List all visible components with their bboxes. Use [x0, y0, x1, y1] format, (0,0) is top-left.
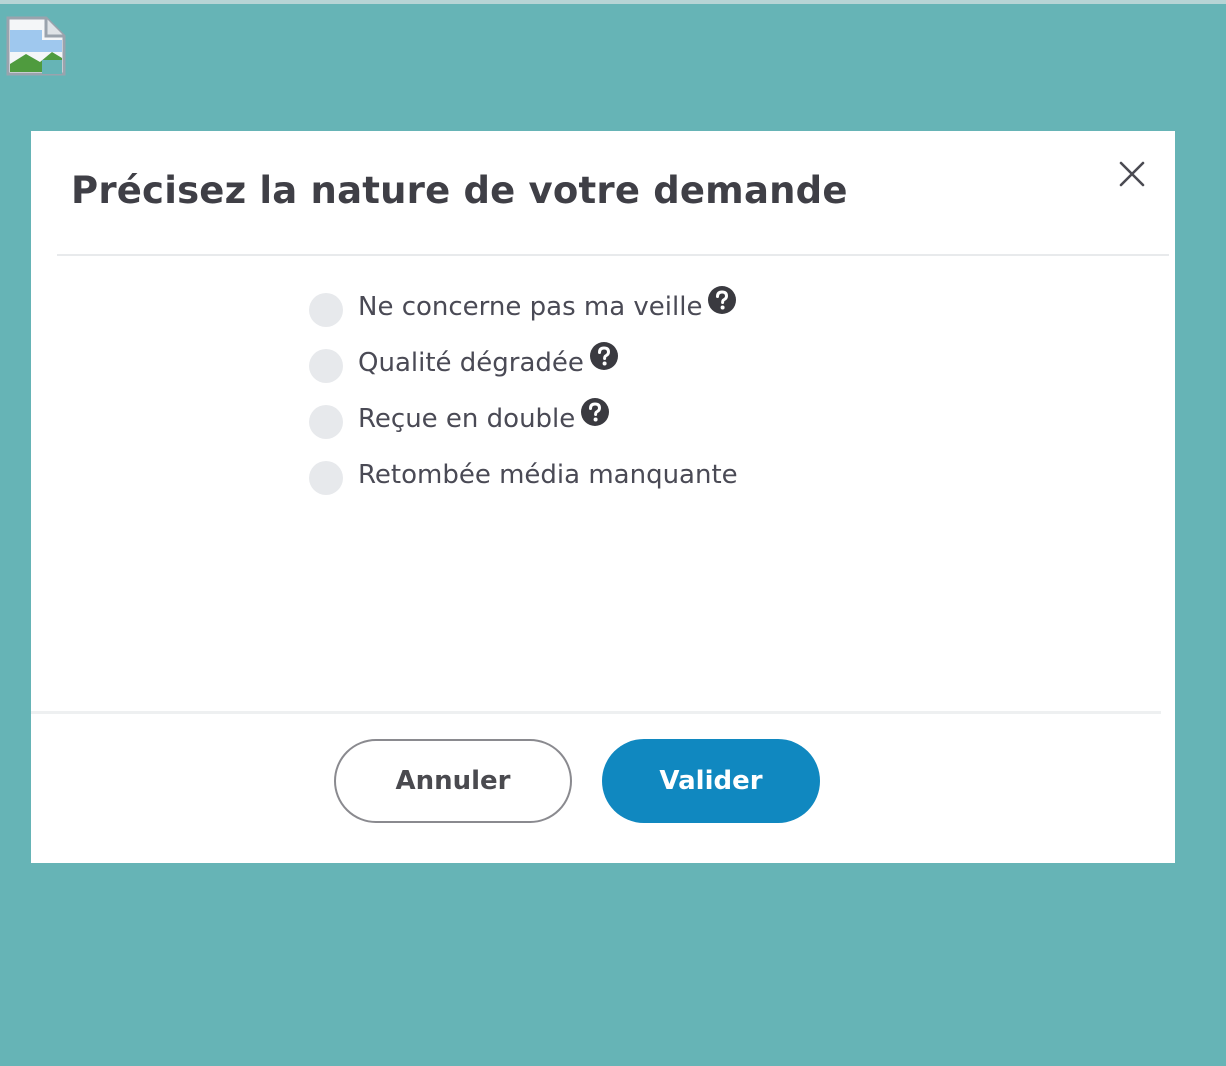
broken-image-icon: [6, 16, 66, 76]
radio-button[interactable]: [309, 349, 343, 383]
cancel-button[interactable]: Annuler: [334, 739, 572, 823]
radio-button[interactable]: [309, 405, 343, 439]
option-label: Reçue en double: [358, 404, 576, 434]
close-button[interactable]: [1115, 157, 1149, 191]
top-border: [0, 0, 1226, 4]
option-label: Ne concerne pas ma veille: [358, 292, 703, 322]
help-icon[interactable]: [707, 285, 737, 315]
option-recue-en-double[interactable]: Reçue en double: [309, 391, 738, 447]
radio-button[interactable]: [309, 293, 343, 327]
close-icon: [1119, 161, 1145, 187]
option-ne-concerne-pas-ma-veille[interactable]: Ne concerne pas ma veille: [309, 279, 738, 335]
help-icon[interactable]: [589, 341, 619, 371]
radio-button[interactable]: [309, 461, 343, 495]
option-qualite-degradee[interactable]: Qualité dégradée: [309, 335, 738, 391]
option-label: Qualité dégradée: [358, 348, 584, 378]
option-label: Retombée média manquante: [358, 460, 738, 490]
request-nature-modal: Précisez la nature de votre demande Ne c…: [31, 131, 1175, 863]
option-retombee-media-manquante[interactable]: Retombée média manquante: [309, 447, 738, 503]
validate-button[interactable]: Valider: [602, 739, 820, 823]
header-divider: [57, 254, 1169, 256]
footer-divider: [31, 711, 1161, 714]
help-icon[interactable]: [580, 397, 610, 427]
options-list: Ne concerne pas ma veille Qualité dégrad…: [309, 279, 738, 503]
modal-title: Précisez la nature de votre demande: [71, 169, 848, 212]
